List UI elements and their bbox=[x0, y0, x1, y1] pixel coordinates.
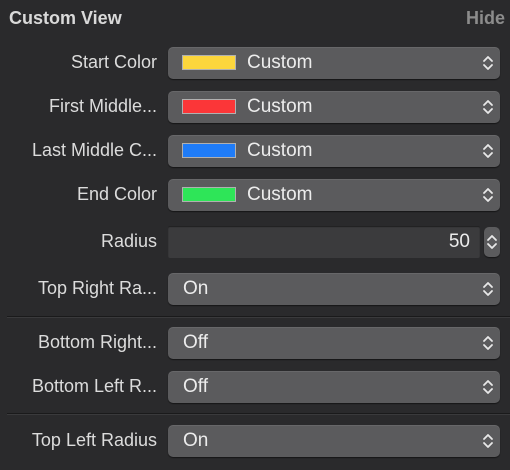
end-color-row: End Color Custom bbox=[0, 179, 510, 211]
section-divider bbox=[7, 413, 510, 414]
top-left-radius-label: Top Left Radius bbox=[31, 430, 157, 450]
stepper-icon bbox=[487, 235, 497, 249]
radius-value: 50 bbox=[448, 231, 470, 252]
start-color-row: Start Color Custom bbox=[0, 47, 510, 79]
first-middle-color-value: Custom bbox=[247, 96, 313, 117]
radius-input[interactable]: 50 bbox=[168, 226, 480, 258]
end-color-value: Custom bbox=[247, 184, 313, 205]
start-color-popup[interactable]: Custom bbox=[168, 47, 500, 79]
section-header: Custom View Hide bbox=[0, 0, 510, 38]
start-color-swatch bbox=[182, 55, 236, 70]
last-middle-color-value: Custom bbox=[247, 140, 313, 161]
bottom-right-radius-label: Bottom Right... bbox=[37, 332, 157, 352]
bottom-left-radius-label: Bottom Left R... bbox=[31, 376, 157, 396]
bottom-left-radius-value: Off bbox=[183, 376, 208, 397]
last-middle-color-swatch bbox=[182, 143, 236, 158]
bottom-right-radius-popup[interactable]: Off bbox=[168, 327, 500, 359]
last-middle-color-row: Last Middle C... Custom bbox=[0, 135, 510, 167]
up-down-chevron-icon bbox=[483, 144, 493, 158]
section-title: Custom View bbox=[9, 8, 122, 28]
up-down-chevron-icon bbox=[483, 282, 493, 296]
last-middle-color-popup[interactable]: Custom bbox=[168, 135, 500, 167]
up-down-chevron-icon bbox=[483, 56, 493, 70]
hide-button[interactable]: Hide bbox=[466, 8, 505, 29]
radius-label: Radius bbox=[100, 231, 157, 251]
first-middle-color-label: First Middle... bbox=[48, 96, 157, 116]
radius-stepper[interactable] bbox=[484, 227, 500, 257]
end-color-swatch bbox=[182, 187, 236, 202]
radius-row: Radius 50 bbox=[0, 226, 510, 258]
up-down-chevron-icon bbox=[483, 380, 493, 394]
top-left-radius-row: Top Left Radius On bbox=[0, 425, 510, 457]
top-left-radius-popup[interactable]: On bbox=[168, 425, 500, 457]
section-divider bbox=[7, 316, 510, 317]
bottom-left-radius-row: Bottom Left R... Off bbox=[0, 371, 510, 403]
custom-view-inspector: Custom View Hide Start Color Custom Firs… bbox=[0, 0, 510, 470]
up-down-chevron-icon bbox=[483, 336, 493, 350]
first-middle-color-popup[interactable]: Custom bbox=[168, 91, 500, 123]
top-right-radius-value: On bbox=[183, 278, 209, 299]
top-right-radius-label: Top Right Ra... bbox=[37, 278, 157, 298]
last-middle-color-label: Last Middle C... bbox=[31, 140, 157, 160]
first-middle-color-swatch bbox=[182, 99, 236, 114]
top-left-radius-value: On bbox=[183, 430, 209, 451]
bottom-right-radius-row: Bottom Right... Off bbox=[0, 327, 510, 359]
start-color-value: Custom bbox=[247, 52, 313, 73]
first-middle-color-row: First Middle... Custom bbox=[0, 91, 510, 123]
up-down-chevron-icon bbox=[483, 100, 493, 114]
start-color-label: Start Color bbox=[70, 52, 157, 72]
bottom-right-radius-value: Off bbox=[183, 332, 208, 353]
top-right-radius-popup[interactable]: On bbox=[168, 273, 500, 305]
end-color-label: End Color bbox=[76, 184, 157, 204]
bottom-left-radius-popup[interactable]: Off bbox=[168, 371, 500, 403]
top-right-radius-row: Top Right Ra... On bbox=[0, 273, 510, 305]
up-down-chevron-icon bbox=[483, 434, 493, 448]
up-down-chevron-icon bbox=[483, 188, 493, 202]
end-color-popup[interactable]: Custom bbox=[168, 179, 500, 211]
